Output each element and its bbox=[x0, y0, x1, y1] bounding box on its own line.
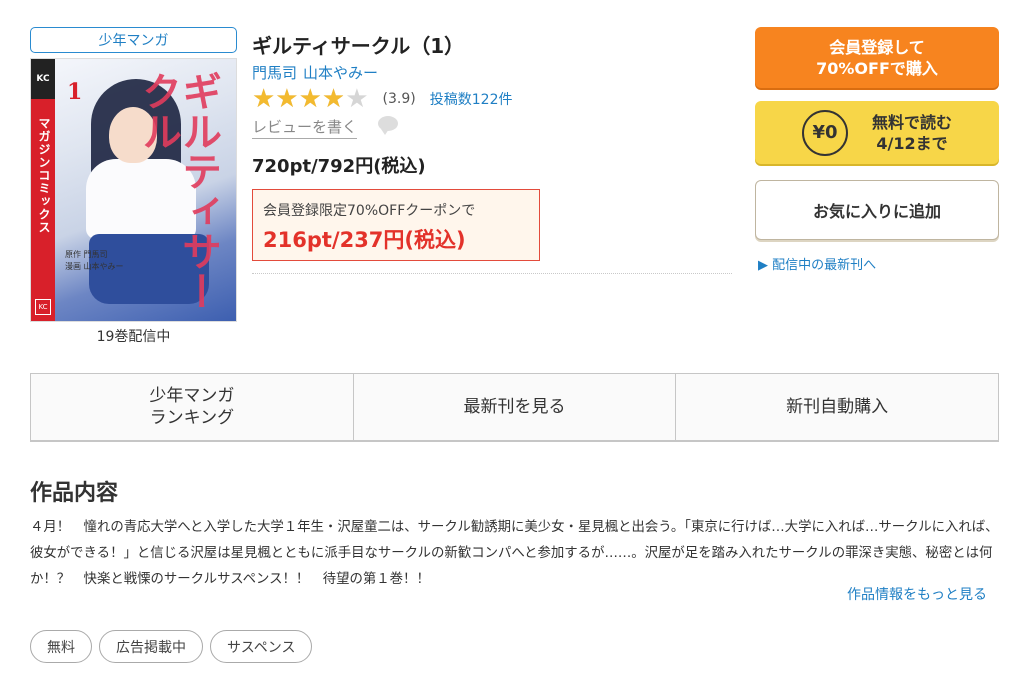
review-count-link[interactable]: 投稿数122件 bbox=[430, 89, 513, 109]
action-tabs: 少年マンガ ランキング 最新刊を見る 新刊自動購入 bbox=[30, 373, 999, 442]
yen-zero-icon: ¥0 bbox=[801, 109, 848, 156]
rating-score: (3.9) bbox=[382, 91, 416, 107]
coupon-box: 会員登録限定70%OFFクーポンで 216pt/237円(税込) bbox=[252, 189, 540, 261]
section-title: 作品内容 bbox=[30, 481, 119, 506]
cover-authors: 原作 門馬司 漫画 山本やみー bbox=[65, 250, 124, 271]
cover-corner-logo: KC bbox=[35, 299, 51, 315]
divider bbox=[252, 273, 732, 274]
authors: 門馬司 山本やみー bbox=[252, 62, 384, 83]
coupon-price: 216pt/237円(税込) bbox=[263, 228, 466, 252]
rating: ★★★★★ ★★★★★ (3.9) 投稿数122件 bbox=[252, 86, 512, 112]
coupon-label: 会員登録限定70%OFFクーポンで bbox=[263, 203, 476, 219]
author-link[interactable]: 門馬司 bbox=[252, 64, 297, 82]
book-cover[interactable]: ギルティサークル 1 原作 門馬司 漫画 山本やみー KC マガジンコミックス … bbox=[30, 58, 237, 322]
tag-ad[interactable]: 広告掲載中 bbox=[99, 630, 203, 663]
publisher-logo: KC bbox=[31, 59, 55, 99]
description-text: ４月！ 憧れの青応大学へと入学した大学１年生・沢屋童二は、サークル勧誘期に美少女… bbox=[30, 520, 999, 587]
star-rating: ★★★★★ ★★★★★ bbox=[252, 84, 369, 114]
tab-ranking[interactable]: 少年マンガ ランキング bbox=[31, 374, 353, 440]
tag-list: 無料 広告掲載中 サスペンス bbox=[30, 630, 313, 663]
cover-title: ギルティサークル bbox=[135, 71, 222, 311]
volumes-status: 19巻配信中 bbox=[96, 329, 171, 345]
cover-volume-number: 1 bbox=[67, 79, 83, 105]
read-free-button[interactable]: ¥0 無料で読む 4/12まで bbox=[755, 101, 999, 164]
author-link[interactable]: 山本やみー bbox=[303, 64, 378, 82]
add-favorite-button[interactable]: お気に入りに追加 bbox=[755, 180, 999, 240]
write-review-link[interactable]: レビューを書く bbox=[252, 116, 358, 139]
price: 720pt/792円(税込) bbox=[252, 156, 426, 177]
register-purchase-button[interactable]: 会員登録して 70%OFFで購入 bbox=[755, 27, 999, 88]
cover-spine-text: マガジンコミックス bbox=[37, 117, 51, 234]
tag-free[interactable]: 無料 bbox=[30, 630, 92, 663]
tab-latest-volume[interactable]: 最新刊を見る bbox=[352, 374, 676, 440]
tab-auto-purchase[interactable]: 新刊自動購入 bbox=[675, 374, 998, 440]
tag-suspense[interactable]: サスペンス bbox=[210, 630, 313, 663]
more-info-link[interactable]: 作品情報をもっと見る bbox=[847, 584, 987, 604]
speech-bubble-icon bbox=[378, 116, 398, 135]
latest-volume-link[interactable]: ▶ 配信中の最新刊へ bbox=[758, 254, 876, 273]
category-badge[interactable]: 少年マンガ bbox=[30, 27, 237, 53]
book-title: ギルティサークル（1） bbox=[252, 34, 465, 58]
